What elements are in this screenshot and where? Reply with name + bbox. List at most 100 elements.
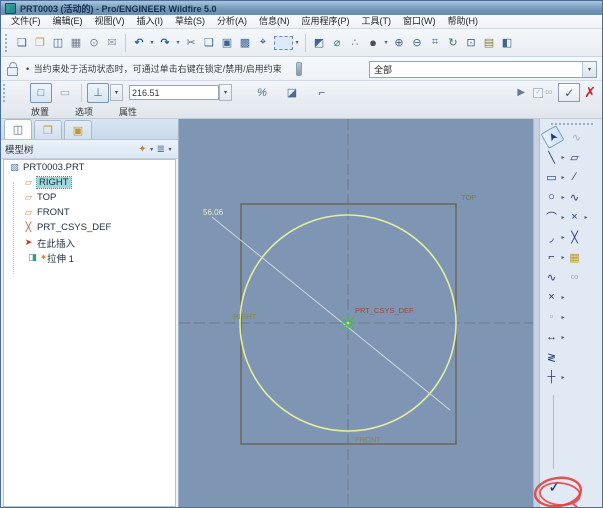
flyout-arrow-icon[interactable]: ▸: [559, 314, 567, 321]
dashboard-drag-handle[interactable]: [3, 84, 7, 102]
toolbar-drag-handle[interactable]: [5, 34, 9, 52]
cut-icon[interactable]: ✂: [182, 34, 200, 51]
resume-button[interactable]: ▶: [517, 87, 525, 98]
chamfer-tool[interactable]: ⌐: [544, 249, 559, 265]
filter-dropdown[interactable]: 全部 ▾: [369, 61, 597, 78]
datum-planes-toggle-icon[interactable]: ◩: [310, 34, 328, 51]
favorites-tab[interactable]: ▣: [64, 120, 92, 139]
constraint-tool[interactable]: ┼: [544, 369, 559, 385]
depth-option-dropdown-icon[interactable]: ▾: [110, 84, 123, 101]
menu-tools[interactable]: 工具(T): [356, 15, 398, 28]
flyout-arrow-icon[interactable]: ▸: [559, 334, 567, 341]
refit-icon[interactable]: ⌗: [426, 34, 444, 51]
tab-properties[interactable]: 属性: [119, 105, 137, 118]
palette-tool[interactable]: ▦: [567, 249, 582, 265]
folder-browser-tab[interactable]: ❐: [34, 120, 62, 139]
tree-item-right-plane[interactable]: ▱ RIGHT: [4, 175, 175, 190]
tree-settings-dropdown-icon[interactable]: ▾: [148, 146, 156, 153]
paste-icon[interactable]: ▣: [218, 34, 236, 51]
menu-window[interactable]: 窗口(W): [397, 15, 442, 28]
new-file-icon[interactable]: ❏: [13, 34, 31, 51]
flyout-arrow-icon[interactable]: ▸: [559, 154, 567, 161]
tree-item-front-plane[interactable]: ▱ FRONT: [4, 205, 175, 220]
datum-axes-toggle-icon[interactable]: ⌀: [328, 34, 346, 51]
menu-edit[interactable]: 编辑(E): [47, 15, 89, 28]
chain-tool[interactable]: ∞: [567, 269, 582, 285]
tab-options[interactable]: 选项: [75, 105, 93, 118]
dimension-tool[interactable]: ↔: [544, 329, 559, 345]
modify-tool[interactable]: ≷: [544, 349, 559, 365]
flyout-arrow-icon[interactable]: ▸: [582, 214, 590, 221]
parallelogram-tool[interactable]: ▱: [567, 149, 582, 165]
solid-button[interactable]: □: [30, 83, 52, 103]
dimension-value[interactable]: 56.06: [203, 208, 224, 217]
thicken-sketch-button[interactable]: ⌐: [311, 83, 333, 103]
line-tool[interactable]: ╲: [544, 149, 559, 165]
wave-tool[interactable]: ∿: [567, 189, 582, 205]
layers-icon[interactable]: ▤: [480, 34, 498, 51]
zoom-in-icon[interactable]: ⊕: [390, 34, 408, 51]
tree-item-insert-here[interactable]: ➤ 在此插入: [4, 235, 175, 250]
paste-special-icon[interactable]: ▩: [236, 34, 254, 51]
tree-item-part[interactable]: ▧ PRT0003.PRT: [4, 160, 175, 175]
select-box-dropdown-icon[interactable]: ▾: [293, 39, 301, 46]
flip-direction-button[interactable]: %: [251, 83, 273, 103]
menu-info[interactable]: 信息(N): [253, 15, 296, 28]
csys-center-marker[interactable]: [340, 315, 356, 331]
print-preview-icon[interactable]: ⊙: [85, 34, 103, 51]
tree-item-csys[interactable]: ╳ PRT_CSYS_DEF: [4, 220, 175, 235]
display-style-icon[interactable]: ●: [364, 34, 382, 51]
redo-icon[interactable]: ↷: [156, 34, 174, 51]
menu-help[interactable]: 帮助(H): [442, 15, 485, 28]
sketcher-toolbar-drag-handle[interactable]: [551, 123, 593, 125]
fillet-tool[interactable]: ◞: [544, 229, 559, 245]
flyout-arrow-icon[interactable]: ▸: [559, 254, 567, 261]
flyout-arrow-icon[interactable]: ▸: [559, 374, 567, 381]
flyout-arrow-icon[interactable]: ▸: [559, 294, 567, 301]
datum-points-toggle-icon[interactable]: ∴: [346, 34, 364, 51]
tree-display-icon[interactable]: ≣: [157, 144, 165, 155]
select-box-icon[interactable]: [274, 36, 293, 50]
delete-segment-tool[interactable]: ╳: [567, 229, 582, 245]
remove-material-button[interactable]: ◪: [281, 83, 303, 103]
depth-value-dropdown-icon[interactable]: ▾: [219, 84, 232, 101]
send-mail-icon[interactable]: ✉: [103, 34, 121, 51]
menu-applications[interactable]: 应用程序(P): [296, 15, 356, 28]
copy-icon[interactable]: ❑: [200, 34, 218, 51]
surface-button[interactable]: ▭: [54, 83, 76, 103]
select-alt-tool[interactable]: ∿: [569, 129, 584, 145]
centerline-tool[interactable]: ∕: [567, 169, 582, 185]
spline-tool[interactable]: ∿: [544, 269, 559, 285]
sketch-done-button[interactable]: ✓: [547, 477, 562, 498]
reorient-icon[interactable]: ↻: [444, 34, 462, 51]
tree-item-top-plane[interactable]: ▱ TOP: [4, 190, 175, 205]
saved-views-icon[interactable]: ⊡: [462, 34, 480, 51]
tab-placement[interactable]: 放置: [31, 105, 49, 118]
flyout-arrow-icon[interactable]: ▸: [559, 234, 567, 241]
menu-analysis[interactable]: 分析(A): [211, 15, 253, 28]
undo-dropdown-icon[interactable]: ▾: [148, 39, 156, 46]
preview-checkbox[interactable]: ✓: [533, 88, 543, 98]
depth-option-button[interactable]: ⊥: [87, 83, 109, 103]
circle-tool[interactable]: ○: [544, 189, 559, 205]
print-icon[interactable]: ▦: [67, 34, 85, 51]
arc-tool[interactable]: ⌒: [544, 209, 559, 225]
redo-dropdown-icon[interactable]: ▾: [174, 39, 182, 46]
use-edge-tool[interactable]: ▫: [544, 309, 559, 325]
save-icon[interactable]: ◫: [49, 34, 67, 51]
tree-settings-icon[interactable]: ✦: [138, 144, 146, 155]
filter-dropdown-arrow-icon[interactable]: ▾: [582, 62, 596, 77]
pointer-tool[interactable]: ➤: [540, 125, 564, 149]
find-icon[interactable]: ⌖: [254, 34, 272, 51]
points-tool[interactable]: ×: [567, 209, 582, 225]
open-file-icon[interactable]: ❐: [31, 34, 49, 51]
depth-value-input[interactable]: [129, 85, 219, 100]
graphics-canvas[interactable]: 56.06 TOP RIGHT PRT_CSYS_DEF FRONT: [179, 119, 533, 508]
view-manager-icon[interactable]: ◧: [498, 34, 516, 51]
zoom-out-icon[interactable]: ⊖: [408, 34, 426, 51]
menu-file[interactable]: 文件(F): [5, 15, 47, 28]
menu-sketch[interactable]: 草绘(S): [169, 15, 211, 28]
point-tool[interactable]: ×: [544, 289, 559, 305]
flyout-arrow-icon[interactable]: ▸: [559, 214, 567, 221]
flyout-arrow-icon[interactable]: ▸: [559, 174, 567, 181]
